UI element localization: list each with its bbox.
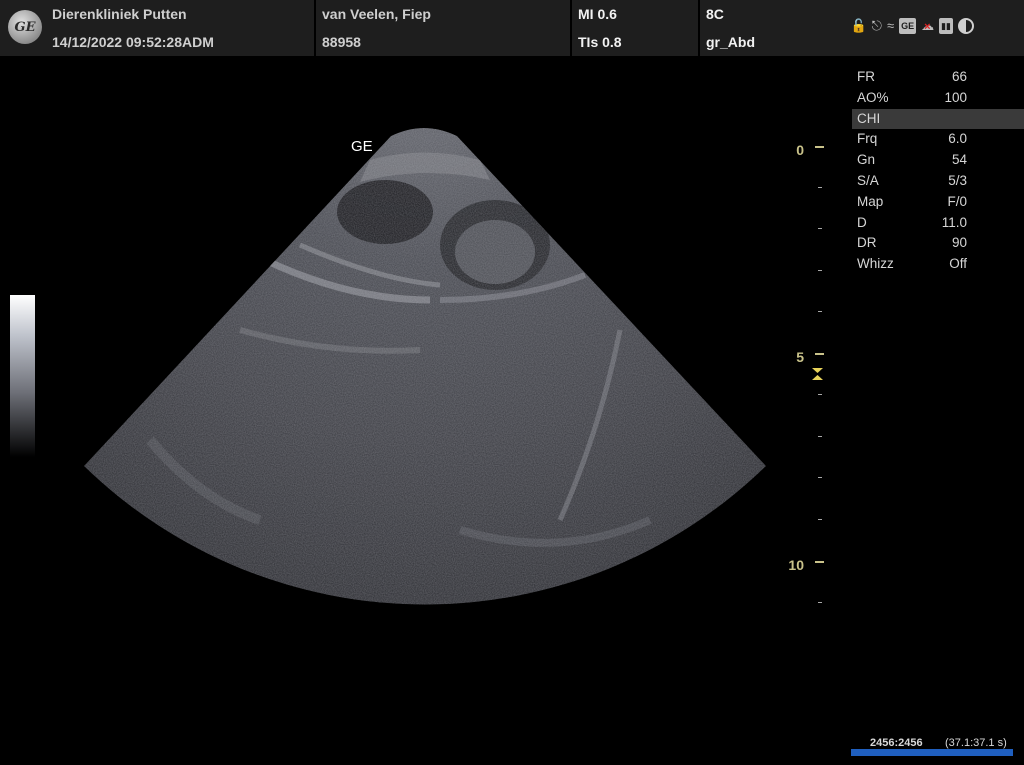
focus-zone-marker-icon[interactable] (811, 368, 824, 380)
param-row-sa: S/A 5/3 (857, 172, 967, 188)
depth-tick (818, 436, 822, 437)
depth-tick (818, 394, 822, 395)
param-row-frq: Frq 6.0 (857, 131, 967, 147)
depth-label-0: 0 (796, 142, 804, 158)
depth-tick (818, 187, 822, 188)
param-row-dr: DR 90 (857, 235, 967, 251)
depth-tick (818, 270, 822, 271)
depth-tick (818, 228, 822, 229)
param-row-map: Map F/0 (857, 193, 967, 209)
cine-frame-counter: 2456:2456 (870, 737, 923, 749)
param-row-d: D 11.0 (857, 214, 967, 230)
cine-progress-bar[interactable] (851, 749, 1013, 756)
param-row-ao: AO% 100 (857, 89, 967, 105)
depth-tick (818, 602, 822, 603)
depth-tick (818, 477, 822, 478)
depth-tick (815, 561, 824, 563)
depth-tick (818, 311, 822, 312)
parameter-panel: FR 66 AO% 100 CHI Frq 6.0 Gn 54 S/A 5/3 … (852, 67, 1024, 275)
depth-label-5: 5 (796, 349, 804, 365)
cine-time: (37.1:37.1 s) (945, 737, 1007, 749)
param-row-whizz: Whizz Off (857, 256, 967, 272)
param-row-gn: Gn 54 (857, 152, 967, 168)
depth-tick (815, 146, 824, 148)
depth-tick (818, 519, 822, 520)
depth-label-10: 10 (788, 557, 804, 573)
probe-orientation-mark: GE (351, 138, 373, 155)
depth-tick (815, 353, 824, 355)
param-row-chi: CHI (852, 108, 1024, 130)
param-row-fr: FR 66 (857, 69, 967, 84)
